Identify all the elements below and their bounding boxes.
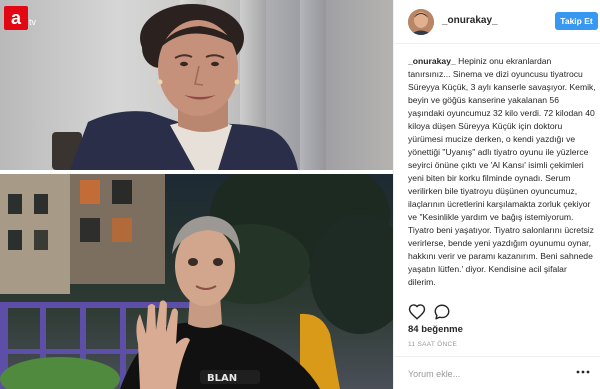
post-sidebar: _onurakay_ Takip Et _onurakay_ Hepiniz o… [393, 0, 600, 389]
post-header: _onurakay_ Takip Et [394, 0, 600, 44]
shirt-print-text: BLAN [207, 373, 237, 384]
post-caption: _onurakay_ Hepiniz onu ekranlardan tanır… [408, 55, 596, 289]
heart-outline-icon[interactable] [408, 303, 426, 321]
like-count[interactable]: 84 beğenme [408, 324, 463, 335]
follow-button[interactable]: Takip Et [555, 12, 598, 30]
post-actions [394, 301, 600, 323]
woman-portrait-illustration [52, 4, 298, 170]
more-dots-icon[interactable] [576, 369, 590, 375]
night-balcony-illustration: BLAN [0, 174, 393, 389]
avatar[interactable] [408, 9, 434, 35]
bottom-photo: BLAN [0, 174, 393, 389]
username-link[interactable]: _onurakay_ [442, 15, 498, 26]
comment-bar [394, 356, 600, 389]
post-media[interactable]: a tv BLAN [0, 0, 393, 389]
comment-bubble-icon[interactable] [433, 303, 451, 321]
top-photo: a tv [0, 0, 393, 170]
comment-input[interactable] [408, 366, 568, 382]
channel-logo: a tv [4, 6, 42, 32]
post-timestamp[interactable]: 11 SAAT ÖNCE [408, 341, 457, 348]
avatar-face-icon [408, 9, 434, 35]
channel-logo-mark: a [4, 6, 28, 30]
caption-text: Hepiniz onu ekranlardan tanırsınız... Si… [408, 56, 596, 287]
caption-username-link[interactable]: _onurakay_ [408, 56, 456, 66]
channel-logo-suffix: tv [29, 17, 37, 27]
